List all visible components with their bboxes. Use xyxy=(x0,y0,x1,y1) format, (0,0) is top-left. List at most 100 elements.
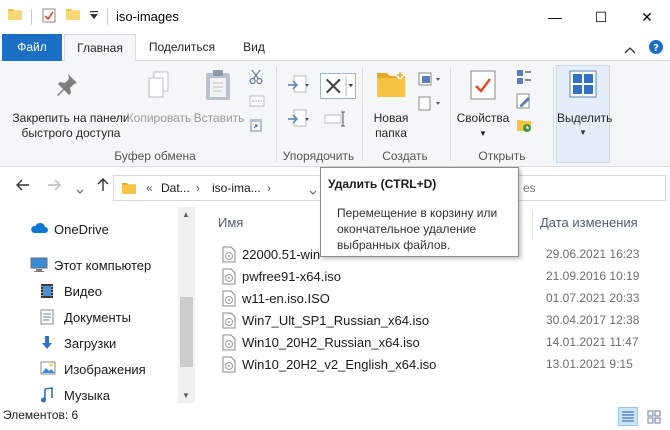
copy-icon xyxy=(148,71,170,102)
open-icon[interactable] xyxy=(516,69,532,88)
nav-item-this-pc[interactable]: Этот компьютер xyxy=(30,255,151,275)
folder-icon xyxy=(8,8,22,20)
customize-quick-access-icon[interactable] xyxy=(89,10,99,20)
paste-button[interactable]: Вставить xyxy=(190,111,248,126)
svg-text:?: ? xyxy=(653,43,659,54)
delete-tooltip: Удалить (CTRL+D) Перемещение в корзину и… xyxy=(320,167,519,257)
search-box[interactable]: es xyxy=(500,175,666,201)
new-item-icon[interactable] xyxy=(418,71,444,90)
file-name: 22000.51-win xyxy=(242,247,321,262)
history-icon[interactable] xyxy=(516,117,532,136)
new-folder-quick-access-icon[interactable] xyxy=(66,8,80,20)
back-arrow-icon[interactable] xyxy=(16,178,30,196)
nav-item-downloads[interactable]: Загрузки xyxy=(40,333,116,353)
tab-view[interactable]: Вид xyxy=(232,34,276,61)
clipboard-group-label: Буфер обмена xyxy=(114,149,196,163)
file-name: Win10_20H2_v2_English_x64.iso xyxy=(242,357,437,372)
properties-button[interactable]: Свойства ▼ xyxy=(452,111,514,141)
forward-arrow-icon[interactable] xyxy=(47,178,61,196)
pin-to-quick-access-button[interactable]: Закрепить на панели быстрого доступа xyxy=(4,111,138,141)
tab-file[interactable]: Файл xyxy=(2,34,62,61)
copy-path-icon[interactable] xyxy=(249,95,265,110)
rename-icon[interactable] xyxy=(324,111,348,130)
ribbon: Закрепить на панели быстрого доступа Коп… xyxy=(0,61,670,167)
create-group-label: Создать xyxy=(382,149,428,163)
minimize-button[interactable]: — xyxy=(532,0,578,34)
breadcrumb-iso-images[interactable]: iso-ima... xyxy=(212,181,261,195)
table-row[interactable]: pwfree91-x64.iso 21.09.2016 10:19 xyxy=(195,266,670,288)
disc-image-file-icon xyxy=(222,290,236,307)
nav-item-videos[interactable]: Видео xyxy=(40,281,102,301)
tab-share[interactable]: Поделиться xyxy=(140,34,224,61)
status-bar: Элементов: 6 xyxy=(0,403,670,430)
items-count: Элементов: 6 xyxy=(3,408,79,422)
address-folder-icon xyxy=(122,182,136,197)
new-folder-icon xyxy=(376,69,406,102)
help-icon[interactable]: ? xyxy=(648,39,664,58)
file-name: pwfree91-x64.iso xyxy=(242,269,341,284)
select-button[interactable]: Выделить ▼ xyxy=(556,65,613,163)
new-folder-button[interactable]: Новая папка xyxy=(364,111,418,141)
breadcrumb-overflow[interactable]: « xyxy=(146,181,153,195)
disc-image-file-icon xyxy=(222,334,236,351)
disc-image-file-icon xyxy=(222,356,236,373)
pictures-icon xyxy=(40,361,58,377)
search-placeholder: es xyxy=(523,181,536,195)
download-arrow-icon xyxy=(40,335,58,351)
easy-access-icon[interactable] xyxy=(418,95,444,114)
table-row[interactable]: Win10_20H2_Russian_x64.iso 14.01.2021 11… xyxy=(195,332,670,354)
table-row[interactable]: Win10_20H2_v2_English_x64.iso 13.01.2021… xyxy=(195,354,670,376)
select-label: Выделить xyxy=(557,111,613,125)
move-to-icon[interactable] xyxy=(287,75,311,98)
details-view-icon[interactable] xyxy=(618,407,638,426)
breadcrumb-data[interactable]: Dat... xyxy=(161,181,190,195)
copy-button[interactable]: Копировать xyxy=(124,111,194,126)
properties-dropdown-icon: ▼ xyxy=(479,129,487,138)
cut-icon[interactable] xyxy=(249,69,263,88)
close-button[interactable]: ✕ xyxy=(624,0,670,34)
nav-item-music[interactable]: Музыка xyxy=(40,385,110,405)
scroll-down-icon[interactable]: ▼ xyxy=(182,391,190,400)
music-note-icon xyxy=(40,387,58,403)
scrollbar-thumb[interactable] xyxy=(180,297,193,367)
nav-item-documents[interactable]: Документы xyxy=(40,307,131,327)
column-header-name[interactable]: Имя xyxy=(218,215,243,230)
file-date: 14.01.2021 11:47 xyxy=(546,335,639,349)
file-date: 29.06.2021 16:23 xyxy=(546,247,640,261)
file-name: Win7_Ult_SP1_Russian_x64.iso xyxy=(242,313,430,328)
nav-item-pictures[interactable]: Изображения xyxy=(40,359,146,379)
disc-image-file-icon xyxy=(222,246,236,263)
large-icons-view-icon[interactable] xyxy=(644,407,664,426)
table-row[interactable]: Win7_Ult_SP1_Russian_x64.iso 30.04.2017 … xyxy=(195,310,670,332)
document-icon xyxy=(40,309,58,325)
tooltip-body: Перемещение в корзину или окончательное … xyxy=(337,206,498,252)
properties-quick-access-icon[interactable] xyxy=(42,8,56,23)
navigation-pane-scrollbar[interactable]: ▲ ▼ xyxy=(178,207,195,403)
file-date: 21.09.2016 10:19 xyxy=(546,269,640,283)
window-title: iso-images xyxy=(116,9,179,24)
navigation-pane: OneDrive Этот компьютер Видео Документы … xyxy=(0,207,178,403)
breadcrumb-separator-icon[interactable]: › xyxy=(267,181,271,195)
video-icon xyxy=(40,283,58,299)
column-header-date-modified[interactable]: Дата изменения xyxy=(540,215,638,230)
disc-image-file-icon xyxy=(222,312,236,329)
nav-item-onedrive[interactable]: OneDrive xyxy=(30,219,109,239)
up-arrow-icon[interactable] xyxy=(97,178,109,197)
paste-shortcut-icon[interactable] xyxy=(249,117,263,136)
edit-icon[interactable] xyxy=(516,93,532,112)
table-row[interactable]: w11-en.iso.ISO 01.07.2021 20:33 xyxy=(195,288,670,310)
scroll-up-icon[interactable]: ▲ xyxy=(182,210,190,219)
delete-button[interactable] xyxy=(320,73,356,99)
address-dropdown-icon[interactable] xyxy=(309,185,317,199)
file-date: 13.01.2021 9:15 xyxy=(546,357,633,371)
collapse-ribbon-icon[interactable] xyxy=(624,43,636,57)
breadcrumb-separator-icon[interactable]: › xyxy=(196,181,200,195)
tab-home[interactable]: Главная xyxy=(64,34,136,62)
maximize-button[interactable]: ☐ xyxy=(578,0,624,34)
properties-icon xyxy=(470,70,496,103)
tooltip-title: Удалить (CTRL+D) xyxy=(328,177,437,191)
copy-to-icon[interactable] xyxy=(287,109,311,132)
recent-locations-icon[interactable] xyxy=(76,182,84,200)
file-name: Win10_20H2_Russian_x64.iso xyxy=(242,335,420,350)
address-bar[interactable]: « Dat... › iso-ima... › xyxy=(113,175,328,201)
